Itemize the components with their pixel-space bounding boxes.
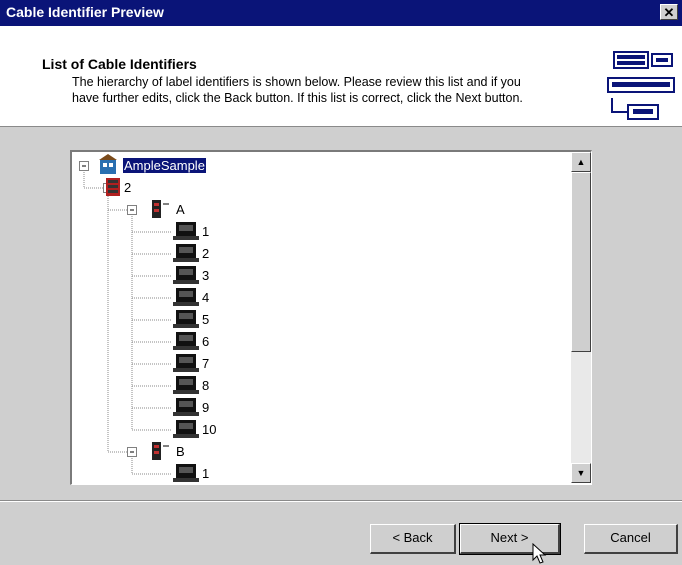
port-icon-base xyxy=(173,434,199,438)
port-icon-face xyxy=(179,335,193,341)
tree-node-group-b[interactable]: B xyxy=(176,444,185,459)
tree-leaf[interactable]: 6 xyxy=(202,334,209,349)
port-icon-base xyxy=(173,258,199,262)
page-description: The hierarchy of label identifiers is sh… xyxy=(72,74,612,106)
cable-identifier-preview-dialog: Cable Identifier Preview ✕ List of Cable… xyxy=(0,0,682,565)
port-icon-face xyxy=(179,401,193,407)
panel-icon-led xyxy=(154,451,159,454)
tree-leaf[interactable]: 1 xyxy=(202,466,209,481)
rack-icon-slot xyxy=(108,185,118,188)
scroll-down-button[interactable]: ▼ xyxy=(571,463,591,483)
tree-structure xyxy=(79,154,199,482)
identifier-tree-view[interactable]: AmpleSample 2 A 1 2 3 4 5 6 7 8 9 10 B 1… xyxy=(70,150,592,485)
mouse-cursor-icon xyxy=(532,543,547,564)
panel-icon-led xyxy=(154,209,159,212)
scroll-thumb[interactable] xyxy=(571,172,591,352)
window-title: Cable Identifier Preview xyxy=(6,4,164,20)
port-icon-base xyxy=(173,280,199,284)
port-icon-face xyxy=(179,467,193,473)
port-icon-face xyxy=(179,225,193,231)
close-button[interactable]: ✕ xyxy=(660,4,678,20)
port-icon-base xyxy=(173,324,199,328)
port-icon-base xyxy=(173,346,199,350)
tree-leaf[interactable]: 2 xyxy=(202,246,209,261)
port-icon-face xyxy=(179,291,193,297)
port-icon-base xyxy=(173,478,199,482)
building-icon-roof xyxy=(99,154,117,160)
port-icon-face xyxy=(179,379,193,385)
building-icon-window xyxy=(109,163,113,167)
tree-leaf[interactable]: 10 xyxy=(202,422,216,437)
tree-leaf[interactable]: 1 xyxy=(202,224,209,239)
header-panel: List of Cable Identifiers The hierarchy … xyxy=(0,26,682,127)
description-line-1: The hierarchy of label identifiers is sh… xyxy=(72,75,521,89)
port-icon-face xyxy=(179,269,193,275)
description-line-2: have further edits, click the Back butto… xyxy=(72,91,523,105)
back-button[interactable]: < Back xyxy=(370,524,456,554)
building-icon-window xyxy=(103,163,107,167)
scroll-up-button[interactable]: ▲ xyxy=(571,152,591,172)
title-bar[interactable]: Cable Identifier Preview ✕ xyxy=(0,0,682,26)
tree-leaf[interactable]: 3 xyxy=(202,268,209,283)
port-icon-base xyxy=(173,302,199,306)
port-icon-face xyxy=(179,357,193,363)
tree-leaf[interactable]: 7 xyxy=(202,356,209,371)
port-icon-base xyxy=(173,390,199,394)
cable-label-icon xyxy=(607,51,675,120)
tree-node-root[interactable]: AmpleSample xyxy=(123,158,206,173)
vertical-scrollbar[interactable]: ▲ ▼ xyxy=(571,152,591,483)
rack-icon-slot xyxy=(108,190,118,193)
port-icon-face xyxy=(179,423,193,429)
tree-node-group-a[interactable]: A xyxy=(176,202,185,217)
port-icon-base xyxy=(173,236,199,240)
cancel-button[interactable]: Cancel xyxy=(584,524,678,554)
port-icon-base xyxy=(173,368,199,372)
port-icon-face xyxy=(179,313,193,319)
port-icon-face xyxy=(179,247,193,253)
tree-leaf[interactable]: 9 xyxy=(202,400,209,415)
page-title: List of Cable Identifiers xyxy=(42,56,197,72)
footer-separator xyxy=(0,500,682,502)
tree-node-level1[interactable]: 2 xyxy=(124,180,131,195)
rack-icon-slot xyxy=(108,180,118,183)
tree-leaf[interactable]: 8 xyxy=(202,378,209,393)
tree-leaf[interactable]: 4 xyxy=(202,290,209,305)
building-icon xyxy=(100,160,116,174)
port-icon-base xyxy=(173,412,199,416)
panel-icon-led xyxy=(154,445,159,448)
tree-leaf[interactable]: 5 xyxy=(202,312,209,327)
panel-icon-led xyxy=(154,203,159,206)
